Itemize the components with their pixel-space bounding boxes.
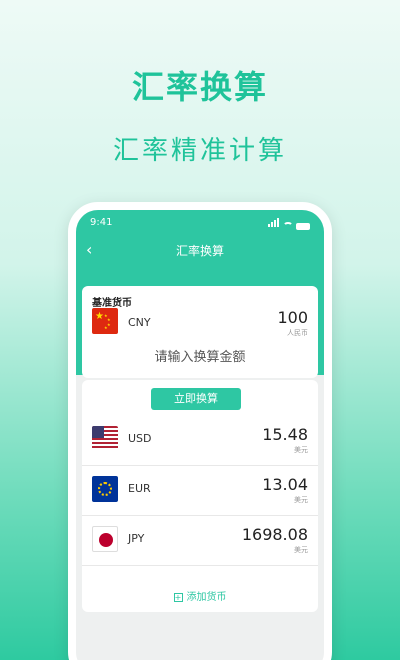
nav-title: 汇率换算: [175, 244, 224, 258]
status-bar: 9:41: [76, 216, 324, 232]
add-currency-label: 添加货币: [186, 592, 227, 603]
jp-flag-icon: [92, 526, 118, 552]
add-icon: +: [173, 592, 183, 602]
currency-amount: 13.04: [262, 475, 308, 494]
phone-frame: 9:41 ‹ 汇率换算 基准货币 ★ ★ ★ ★ ★ CNY 100 人民币 请…: [68, 202, 332, 660]
base-amount: 100: [277, 308, 308, 327]
cn-flag-icon: ★ ★ ★ ★ ★: [92, 308, 118, 334]
currency-amount: 1698.08: [241, 525, 308, 544]
currency-row-usd[interactable]: USD 15.48 美元: [82, 416, 318, 466]
base-currency-code[interactable]: CNY: [128, 316, 151, 329]
status-icons: [268, 218, 310, 230]
wifi-icon: [283, 222, 293, 230]
conversion-list-card: 立即换算 USD 15.48 美元 EUR 13.04 美元 JPY 1698.…: [82, 380, 318, 612]
currency-unit: 美元: [294, 446, 308, 454]
nav-bar: ‹ 汇率换算: [76, 238, 324, 262]
add-currency-button[interactable]: + 添加货币: [82, 588, 318, 610]
currency-row-eur[interactable]: EUR 13.04 美元: [82, 466, 318, 516]
currency-code: JPY: [128, 532, 145, 545]
currency-code: EUR: [128, 482, 151, 495]
currency-amount: 15.48: [262, 425, 308, 444]
currency-code: USD: [128, 432, 152, 445]
base-unit: 人民币: [287, 329, 308, 337]
status-time: 9:41: [90, 217, 113, 228]
currency-row-jpy[interactable]: JPY 1698.08 美元: [82, 516, 318, 566]
us-flag-icon: [92, 426, 118, 450]
amount-input[interactable]: 请输入换算金额: [82, 346, 318, 365]
promo-title: 汇率换算: [131, 68, 268, 106]
app-screen: 9:41 ‹ 汇率换算 基准货币 ★ ★ ★ ★ ★ CNY 100 人民币 请…: [76, 210, 324, 660]
convert-button[interactable]: 立即换算: [151, 388, 241, 410]
eu-flag-icon: [92, 476, 118, 502]
promo-subtitle: 汇率精准计算: [112, 136, 287, 166]
base-currency-card: 基准货币 ★ ★ ★ ★ ★ CNY 100 人民币 请输入换算金额: [82, 286, 318, 378]
currency-unit: 美元: [294, 496, 308, 504]
base-currency-label: 基准货币: [92, 298, 132, 309]
currency-unit: 美元: [294, 546, 308, 554]
battery-icon: [296, 223, 310, 230]
signal-icon: [268, 218, 280, 230]
